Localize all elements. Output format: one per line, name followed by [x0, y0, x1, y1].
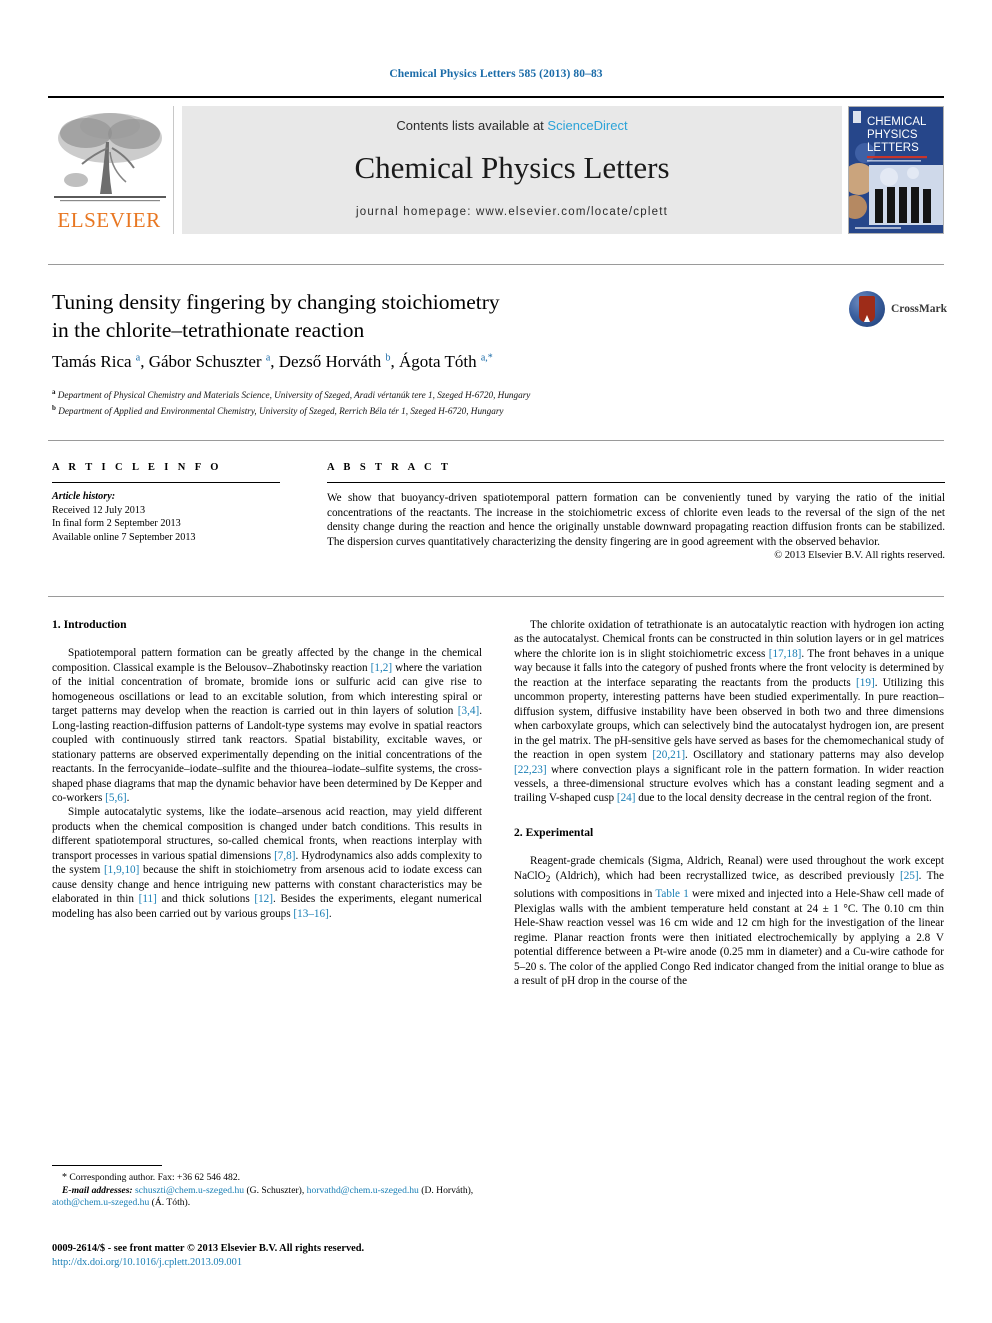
abstract-copyright: © 2013 Elsevier B.V. All rights reserved… [774, 550, 945, 562]
page-title: Tuning density fingering by changing sto… [52, 288, 612, 344]
article-history: Article history: Received 12 July 2013 I… [52, 490, 302, 544]
article-info-rule [52, 482, 280, 483]
right-paragraph-1: The chlorite oxidation of tetrathionate … [514, 619, 944, 805]
article-info-block: A R T I C L E I N F O Article history: R… [52, 462, 302, 544]
final-form-date: In final form 2 September 2013 [52, 518, 181, 530]
article-history-label: Article history: [52, 491, 116, 502]
footnote-block: * Corresponding author. Fax: +36 62 546 … [52, 1172, 482, 1210]
journal-homepage-url[interactable]: journal homepage: www.elsevier.com/locat… [182, 206, 842, 218]
abstract-rule [327, 482, 945, 483]
paper-page: Chemical Physics Letters 585 (2013) 80–8… [0, 0, 992, 1323]
affiliation-a: a Department of Physical Chemistry and M… [52, 388, 531, 401]
sciencedirect-link[interactable]: ScienceDirect [547, 118, 627, 133]
svg-text:PHYSICS: PHYSICS [867, 129, 918, 141]
intro-paragraph-1: Spatiotemporal pattern formation can be … [52, 647, 483, 804]
colophon-block: 0009-2614/$ - see front matter © 2013 El… [52, 1242, 552, 1270]
doi-link[interactable]: http://dx.doi.org/10.1016/j.cplett.2013.… [52, 1256, 552, 1270]
section-heading-introduction: 1. Introduction [52, 618, 127, 631]
crossmark-label: CrossMark [891, 303, 948, 315]
journal-banner: Contents lists available at ScienceDirec… [182, 106, 842, 234]
svg-text:CHEMICAL: CHEMICAL [867, 116, 927, 128]
running-head: Chemical Physics Letters 585 (2013) 80–8… [389, 68, 603, 80]
elsevier-logo: ELSEVIER [48, 106, 174, 234]
contents-prefix: Contents lists available at [396, 118, 548, 133]
article-title-line-2: in the chlorite–tetrathionate reaction [52, 318, 365, 342]
intro-paragraph-2: Simple autocatalytic systems, like the i… [52, 806, 483, 920]
abstract-heading: A B S T R A C T [327, 462, 452, 473]
cover-artwork-icon: CHEMICAL PHYSICS LETTERS [849, 107, 943, 233]
article-info-heading: A R T I C L E I N F O [52, 462, 222, 473]
affiliations: a Department of Physical Chemistry and M… [52, 386, 832, 417]
elsevier-tree-icon [54, 113, 166, 202]
journal-masthead: ELSEVIER Contents lists available at Sci… [48, 96, 944, 238]
article-title-line-1: Tuning density fingering by changing sto… [52, 290, 500, 314]
journal-title: Chemical Physics Letters [354, 150, 670, 185]
affiliation-b-text: Department of Applied and Environmental … [58, 405, 504, 416]
affiliation-b: b Department of Applied and Environmenta… [52, 403, 504, 416]
svg-text:LETTERS: LETTERS [867, 142, 919, 154]
affiliation-a-text: Department of Physical Chemistry and Mat… [57, 390, 531, 401]
available-online-date: Available online 7 September 2013 [52, 531, 196, 543]
info-divider-top [48, 440, 944, 441]
column-left: 1. Introduction Spatiotemporal pattern f… [52, 618, 482, 921]
corresponding-author-note: * Corresponding author. Fax: +36 62 546 … [62, 1172, 241, 1183]
received-date: Received 12 July 2013 [52, 504, 146, 516]
title-divider [48, 264, 944, 265]
experimental-paragraph-1: Reagent-grade chemicals (Sigma, Aldrich,… [514, 855, 945, 988]
abstract-block: A B S T R A C T We show that buoyancy-dr… [327, 462, 945, 561]
crossmark-book-icon [859, 296, 875, 322]
info-divider-bottom [48, 596, 944, 597]
elsevier-wordmark: ELSEVIER [57, 208, 161, 232]
column-right: The chlorite oxidation of tetrathionate … [514, 618, 944, 989]
crossmark-badge[interactable]: CrossMark [849, 291, 948, 331]
issn-copyright-line: 0009-2614/$ - see front matter © 2013 El… [52, 1243, 365, 1254]
journal-cover-thumbnail: CHEMICAL PHYSICS LETTERS [848, 106, 944, 234]
abstract-text: We show that buoyancy-driven spatiotempo… [327, 492, 945, 548]
author-list: Tamás Rica a, Gábor Schuszter a, Dezső H… [52, 352, 493, 371]
contents-lists-line: Contents lists available at ScienceDirec… [182, 118, 842, 133]
email-addresses-note: E-mail addresses: schuszti@chem.u-szeged… [52, 1184, 474, 1209]
section-heading-experimental: 2. Experimental [514, 825, 594, 839]
footnote-divider [52, 1165, 162, 1166]
crossmark-icon [849, 291, 885, 327]
